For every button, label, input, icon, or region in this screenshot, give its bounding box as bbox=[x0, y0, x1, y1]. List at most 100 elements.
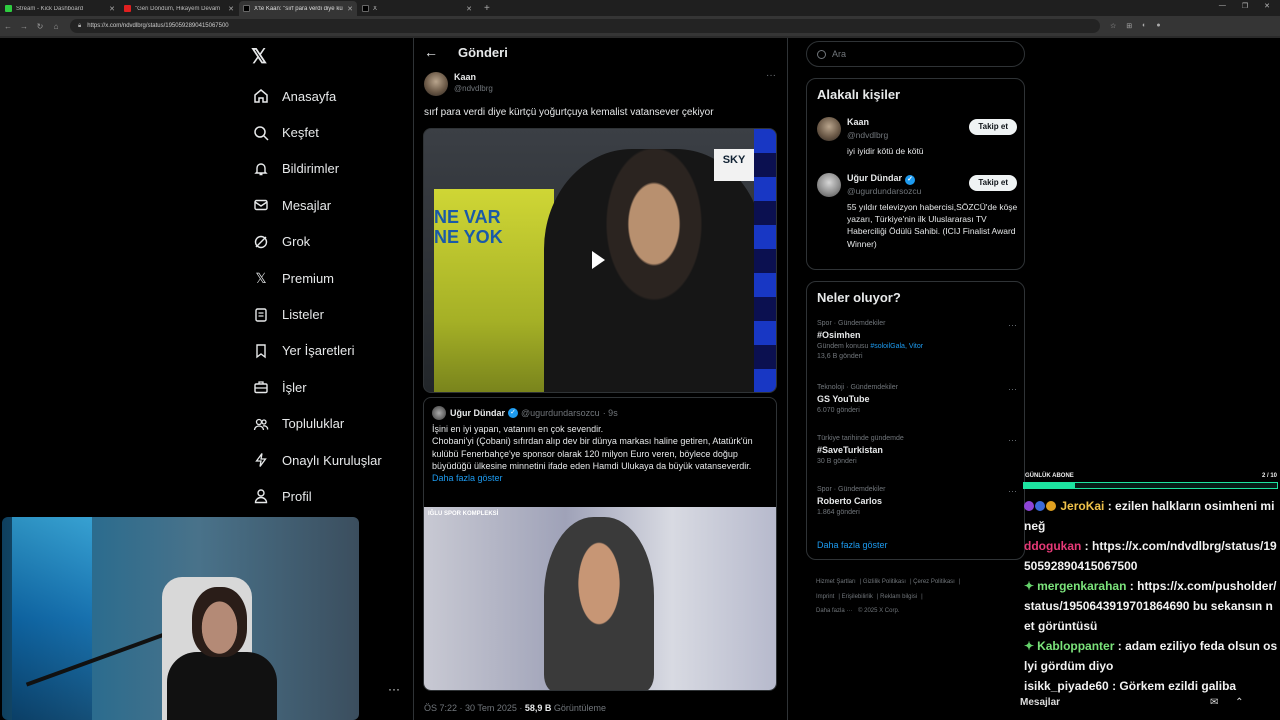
mail-icon[interactable]: ✉ bbox=[1210, 697, 1218, 708]
follow-button[interactable]: Takip et bbox=[969, 119, 1017, 135]
avatar[interactable] bbox=[432, 406, 446, 420]
more-options-icon[interactable]: ··· bbox=[1008, 435, 1017, 445]
window-close-icon[interactable]: ✕ bbox=[1264, 2, 1270, 10]
trend-item[interactable]: Türkiye tarihinde gündemde #SaveTurkista… bbox=[817, 435, 1017, 465]
person-row[interactable]: Uğur Dündar ✓ @ugurdundarsozcu 55 yıldır … bbox=[817, 173, 1017, 263]
browser-tab[interactable]: X ✕ bbox=[358, 1, 476, 16]
tab-title: X bbox=[373, 5, 378, 12]
nav-item-profile[interactable]: Profil bbox=[252, 478, 382, 514]
nav-label: Profil bbox=[282, 488, 312, 504]
trend-count: 13,6 B gönderi bbox=[817, 353, 863, 360]
more-options-icon[interactable]: ··· bbox=[1008, 486, 1017, 496]
chat-username[interactable]: isikk_piyade60 bbox=[1024, 679, 1109, 693]
trend-item[interactable]: Spor · Gündemdekiler #Osimhen Gündem kon… bbox=[817, 320, 1017, 360]
tab-close-icon[interactable]: ✕ bbox=[347, 5, 353, 13]
nav-item-verified-orgs[interactable]: Onaylı Kuruluşlar bbox=[252, 442, 382, 478]
quote-author-handle[interactable]: @ugurdundarsozcu bbox=[521, 408, 600, 418]
chat-username[interactable]: Kabloppanter bbox=[1037, 639, 1114, 653]
url-input[interactable]: 🔒︎ https://x.com/ndvdlbrg/status/1950592… bbox=[70, 19, 1100, 33]
quote-text: İşini en iyi yapan, vatanını en çok seve… bbox=[432, 424, 753, 471]
author-name[interactable]: Kaan bbox=[454, 72, 493, 82]
trend-context-link[interactable]: #soloilGala, Vitor bbox=[870, 343, 923, 350]
chat-username[interactable]: mergenkarahan bbox=[1037, 579, 1126, 593]
avatar[interactable] bbox=[817, 117, 841, 141]
person-row[interactable]: Kaan @ndvdlbrg iyi iyidir kötü de kötü T… bbox=[817, 117, 1017, 159]
nav-item-communities[interactable]: Topluluklar bbox=[252, 406, 382, 442]
show-more-link[interactable]: Daha fazla göster bbox=[432, 472, 767, 484]
more-options-icon[interactable]: ··· bbox=[1008, 384, 1017, 394]
nav-item-lists[interactable]: Listeler bbox=[252, 296, 382, 332]
home-browser-icon[interactable]: ⌂ bbox=[48, 22, 64, 31]
more-options-icon[interactable]: ··· bbox=[1008, 320, 1017, 330]
quote-author-name[interactable]: Uğur Dündar bbox=[450, 408, 505, 418]
footer-link[interactable]: Erişilebilirlik bbox=[842, 594, 873, 600]
video-frame-decoration bbox=[754, 129, 776, 392]
maximize-icon[interactable]: ❐ bbox=[1242, 2, 1248, 10]
back-icon[interactable]: ← bbox=[0, 22, 16, 31]
window-controls: — ❐ ✕ bbox=[1219, 2, 1280, 10]
back-arrow-icon[interactable]: ← bbox=[424, 44, 438, 60]
forward-icon[interactable]: → bbox=[16, 22, 32, 31]
nav-item-explore[interactable]: Keşfet bbox=[252, 114, 382, 150]
search-input[interactable]: Ara bbox=[806, 41, 1025, 67]
tab-close-icon[interactable]: ✕ bbox=[228, 5, 234, 13]
footer-link[interactable]: Çerez Politikası bbox=[913, 579, 955, 585]
messages-label[interactable]: Mesajlar bbox=[1020, 697, 1060, 708]
person-handle[interactable]: @ugurdundarsozcu bbox=[847, 186, 921, 196]
footer-link[interactable]: Reklam bilgisi bbox=[880, 594, 917, 600]
reload-icon[interactable]: ↻ bbox=[32, 22, 48, 31]
person-name[interactable]: Kaan bbox=[847, 117, 869, 127]
x-logo-icon[interactable]: 𝕏 bbox=[251, 44, 267, 69]
quote-image[interactable]: IĞLU SPOR KOMPLEKSİ bbox=[424, 507, 776, 690]
person-name-row[interactable]: Uğur Dündar ✓ bbox=[847, 173, 918, 185]
video-player[interactable]: NE VAR NE YOK SKY bbox=[423, 128, 777, 393]
nav-item-premium[interactable]: 𝕏 Premium bbox=[252, 260, 382, 296]
card-title: Alakalı kişiler bbox=[817, 87, 901, 102]
browser-tab[interactable]: Stream - Kick Dashboard ✕ bbox=[1, 1, 119, 16]
tab-close-icon[interactable]: ✕ bbox=[466, 5, 472, 13]
post-author[interactable]: Kaan @ndvdlbrg bbox=[424, 72, 493, 96]
trend-name: #SaveTurkistan bbox=[817, 445, 883, 455]
footer-link[interactable]: Daha fazla ··· bbox=[816, 608, 852, 614]
profile-icon[interactable]: ● bbox=[1156, 22, 1160, 30]
trend-item[interactable]: Spor · Gündemdekiler Roberto Carlos 1.86… bbox=[817, 486, 1017, 516]
chat-username[interactable]: ddogukan bbox=[1024, 539, 1081, 553]
avatar[interactable] bbox=[424, 72, 448, 96]
more-options-icon[interactable]: ··· bbox=[766, 70, 776, 81]
footer-link[interactable]: Hizmet Şartları bbox=[816, 579, 856, 585]
new-tab-icon[interactable]: + bbox=[484, 3, 490, 14]
sub-goal-progress-bar bbox=[1023, 482, 1278, 489]
more-icon[interactable]: ··· bbox=[388, 682, 400, 696]
extension-icon[interactable]: ◐ bbox=[1142, 22, 1146, 30]
nav-item-jobs[interactable]: İşler bbox=[252, 369, 382, 405]
extension-icon[interactable]: ⊞ bbox=[1126, 22, 1132, 30]
collapse-up-icon[interactable]: ⌃ bbox=[1235, 697, 1243, 708]
footer-link[interactable]: Imprint bbox=[816, 594, 834, 600]
browser-tab-active[interactable]: X'te Kaan: "sırf para verdi diye kü ✕ bbox=[239, 1, 357, 16]
person-name[interactable]: Uğur Dündar bbox=[847, 173, 902, 183]
extension-icon[interactable]: ☆ bbox=[1110, 22, 1116, 30]
avatar[interactable] bbox=[817, 173, 841, 197]
tab-close-icon[interactable]: ✕ bbox=[109, 5, 115, 13]
nav-item-messages[interactable]: Mesajlar bbox=[252, 187, 382, 223]
trend-item[interactable]: Teknoloji · Gündemdekiler GS YouTube 6.0… bbox=[817, 384, 1017, 414]
webcam-person-body bbox=[167, 652, 277, 720]
show-more-link[interactable]: Daha fazla göster bbox=[817, 540, 888, 550]
nav-item-grok[interactable]: Grok bbox=[252, 224, 382, 260]
play-icon[interactable] bbox=[592, 251, 605, 269]
author-handle[interactable]: @ndvdlbrg bbox=[454, 84, 493, 93]
trend-name: Roberto Carlos bbox=[817, 496, 883, 506]
minimize-icon[interactable]: — bbox=[1219, 2, 1226, 10]
nav-label: Bildirimler bbox=[282, 161, 340, 177]
footer-link[interactable]: Gizlilik Politikası bbox=[863, 579, 906, 585]
post-timestamp[interactable]: ÖS 7:22 · 30 Tem 2025 · bbox=[424, 703, 525, 713]
chat-username[interactable]: JeroKai bbox=[1060, 499, 1104, 513]
quoted-post[interactable]: Uğur Dündar ✓ @ugurdundarsozcu · 9s İşin… bbox=[423, 397, 777, 691]
nav-item-bookmarks[interactable]: Yer İşaretleri bbox=[252, 333, 382, 369]
post-header: ← Gönderi bbox=[424, 44, 508, 60]
follow-button[interactable]: Takip et bbox=[969, 175, 1017, 191]
nav-item-notifications[interactable]: Bildirimler bbox=[252, 151, 382, 187]
nav-item-home[interactable]: Anasayfa bbox=[252, 78, 382, 114]
person-handle[interactable]: @ndvdlbrg bbox=[847, 130, 888, 140]
browser-tab[interactable]: "Geri Döndüm, Hikayem Devam ✕ bbox=[120, 1, 238, 16]
